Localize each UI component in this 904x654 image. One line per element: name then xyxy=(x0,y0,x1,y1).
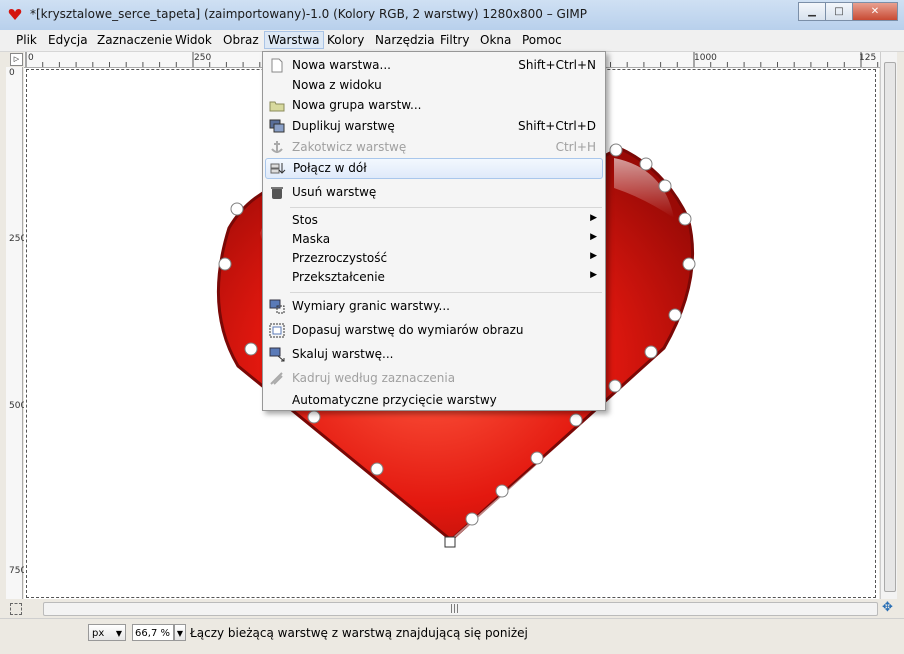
chevron-down-icon: ▼ xyxy=(115,629,122,638)
minimize-button[interactable]: ▁ xyxy=(798,2,826,21)
menu-zaznaczenie[interactable]: Zaznaczenie xyxy=(97,33,172,47)
window-title: *[krysztalowe_serce_tapeta] (zaimportowa… xyxy=(30,7,587,21)
window-controls: ▁ □ ✕ xyxy=(798,2,898,21)
menu-item-duplicate-layer[interactable]: Duplikuj warstwę Shift+Ctrl+D xyxy=(263,116,605,137)
menu-item-new-layer-group[interactable]: Nowa grupa warstw... xyxy=(263,95,605,116)
menu-item-label: Skaluj warstwę... xyxy=(292,347,394,361)
menu-item-shortcut: Shift+Ctrl+N xyxy=(518,58,596,72)
horizontal-scrollbar[interactable]: ||| xyxy=(43,602,878,616)
submenu-arrow-icon: ▶ xyxy=(590,213,597,223)
menu-narzedzia[interactable]: Narzędzia xyxy=(375,33,435,47)
quick-mask-corner-button[interactable]: ▷ xyxy=(10,53,23,66)
menu-warstwa[interactable]: Warstwa xyxy=(264,31,324,49)
trash-icon xyxy=(271,187,283,199)
ruler-label: 250 xyxy=(9,234,27,244)
menu-kolory[interactable]: Kolory xyxy=(327,33,364,47)
menu-item-shortcut: Shift+Ctrl+D xyxy=(518,119,596,133)
ruler-label: 750 xyxy=(9,566,27,576)
ruler-label: 500 xyxy=(9,401,27,411)
vertical-ruler[interactable]: 0 250 500 750 xyxy=(6,67,27,599)
merge-down-icon xyxy=(270,163,286,174)
scale-layer-icon xyxy=(269,347,285,362)
crop-icon xyxy=(270,372,283,385)
duplicate-icon xyxy=(269,119,285,133)
menu-bar: Plik Edycja Zaznaczenie Widok Obraz Wars… xyxy=(0,30,904,52)
menu-edycja[interactable]: Edycja xyxy=(48,33,88,47)
menu-item-label: Automatyczne przycięcie warstwy xyxy=(292,393,497,407)
menu-item-label: Przezroczystość xyxy=(292,251,388,265)
status-message: Łączy bieżącą warstwę z warstwą znajdują… xyxy=(190,626,528,640)
menu-separator xyxy=(290,207,602,208)
menu-item-label: Stos xyxy=(292,213,318,227)
maximize-button[interactable]: □ xyxy=(826,2,853,21)
quick-mask-toggle-icon[interactable] xyxy=(10,603,22,615)
menu-item-shortcut: Ctrl+H xyxy=(555,140,596,154)
fit-to-image-icon xyxy=(269,323,285,338)
menu-item-label: Przekształcenie xyxy=(292,270,385,284)
zoom-dropdown-button[interactable]: ▼ xyxy=(174,624,186,641)
menu-item-stack[interactable]: Stos ▶ xyxy=(263,210,605,231)
menu-okna[interactable]: Okna xyxy=(480,33,511,47)
menu-item-label: Wymiary granic warstwy... xyxy=(292,299,450,313)
menu-filtry[interactable]: Filtry xyxy=(440,33,469,47)
unit-value: px xyxy=(92,628,105,639)
menu-item-autocrop-layer[interactable]: Automatyczne przycięcie warstwy xyxy=(263,390,605,411)
menu-item-delete-layer[interactable]: Usuń warstwę xyxy=(263,182,605,203)
status-bar: px ▼ 66,7 % ▼ Łączy bieżącą warstwę z wa… xyxy=(0,618,904,654)
menu-item-label: Nowa grupa warstw... xyxy=(292,98,422,112)
menu-item-label: Usuń warstwę xyxy=(292,185,377,199)
menu-item-scale-layer[interactable]: Skaluj warstwę... xyxy=(263,344,605,365)
menu-item-label: Maska xyxy=(292,232,331,246)
zoom-input[interactable]: 66,7 % xyxy=(132,624,174,641)
navigate-icon[interactable]: ✥ xyxy=(882,601,894,614)
menu-item-transform[interactable]: Przekształcenie ▶ xyxy=(263,267,605,288)
menu-widok[interactable]: Widok xyxy=(175,33,212,47)
gimp-heart-app-icon[interactable] xyxy=(8,8,22,21)
menu-item-layer-boundary-size[interactable]: Wymiary granic warstwy... xyxy=(263,296,605,317)
menu-item-crop-to-selection[interactable]: Kadruj według zaznaczenia xyxy=(263,368,605,389)
menu-item-layer-to-image-size[interactable]: Dopasuj warstwę do wymiarów obrazu xyxy=(263,320,605,341)
menu-separator xyxy=(290,292,602,293)
new-layer-icon xyxy=(271,58,283,73)
close-button[interactable]: ✕ xyxy=(853,2,898,21)
menu-obraz[interactable]: Obraz xyxy=(223,33,259,47)
submenu-arrow-icon: ▶ xyxy=(590,270,597,280)
menu-item-anchor-layer[interactable]: Zakotwicz warstwę Ctrl+H xyxy=(263,137,605,158)
vertical-scroll-thumb[interactable] xyxy=(884,62,896,592)
menu-item-label: Duplikuj warstwę xyxy=(292,119,395,133)
menu-plik[interactable]: Plik xyxy=(16,33,37,47)
vertical-scrollbar[interactable] xyxy=(880,52,897,599)
menu-item-transparency[interactable]: Przezroczystość ▶ xyxy=(263,248,605,269)
ruler-label: 0 xyxy=(9,68,15,78)
unit-selector[interactable]: px ▼ xyxy=(88,624,126,641)
submenu-arrow-icon: ▶ xyxy=(590,251,597,261)
menu-item-new-from-visible[interactable]: Nowa z widoku xyxy=(263,75,605,96)
scroll-grip-icon: ||| xyxy=(450,604,460,614)
menu-item-merge-down[interactable]: Połącz w dół xyxy=(265,158,603,179)
menu-item-label: Dopasuj warstwę do wymiarów obrazu xyxy=(292,323,524,337)
folder-icon xyxy=(269,101,285,112)
title-bar: *[krysztalowe_serce_tapeta] (zaimportowa… xyxy=(0,0,904,31)
boundary-size-icon xyxy=(269,299,285,314)
menu-pomoc[interactable]: Pomoc xyxy=(522,33,562,47)
menu-item-label: Nowa warstwa... xyxy=(292,58,391,72)
menu-item-mask[interactable]: Maska ▶ xyxy=(263,229,605,250)
submenu-arrow-icon: ▶ xyxy=(590,232,597,242)
layer-menu-dropdown: Nowa warstwa... Shift+Ctrl+N Nowa z wido… xyxy=(262,51,606,411)
menu-item-new-layer[interactable]: Nowa warstwa... Shift+Ctrl+N xyxy=(263,55,605,76)
menu-item-label: Połącz w dół xyxy=(293,161,367,175)
menu-item-label: Zakotwicz warstwę xyxy=(292,140,407,154)
anchor-icon xyxy=(271,141,283,153)
menu-item-label: Nowa z widoku xyxy=(292,78,382,92)
menu-item-label: Kadruj według zaznaczenia xyxy=(292,371,456,385)
